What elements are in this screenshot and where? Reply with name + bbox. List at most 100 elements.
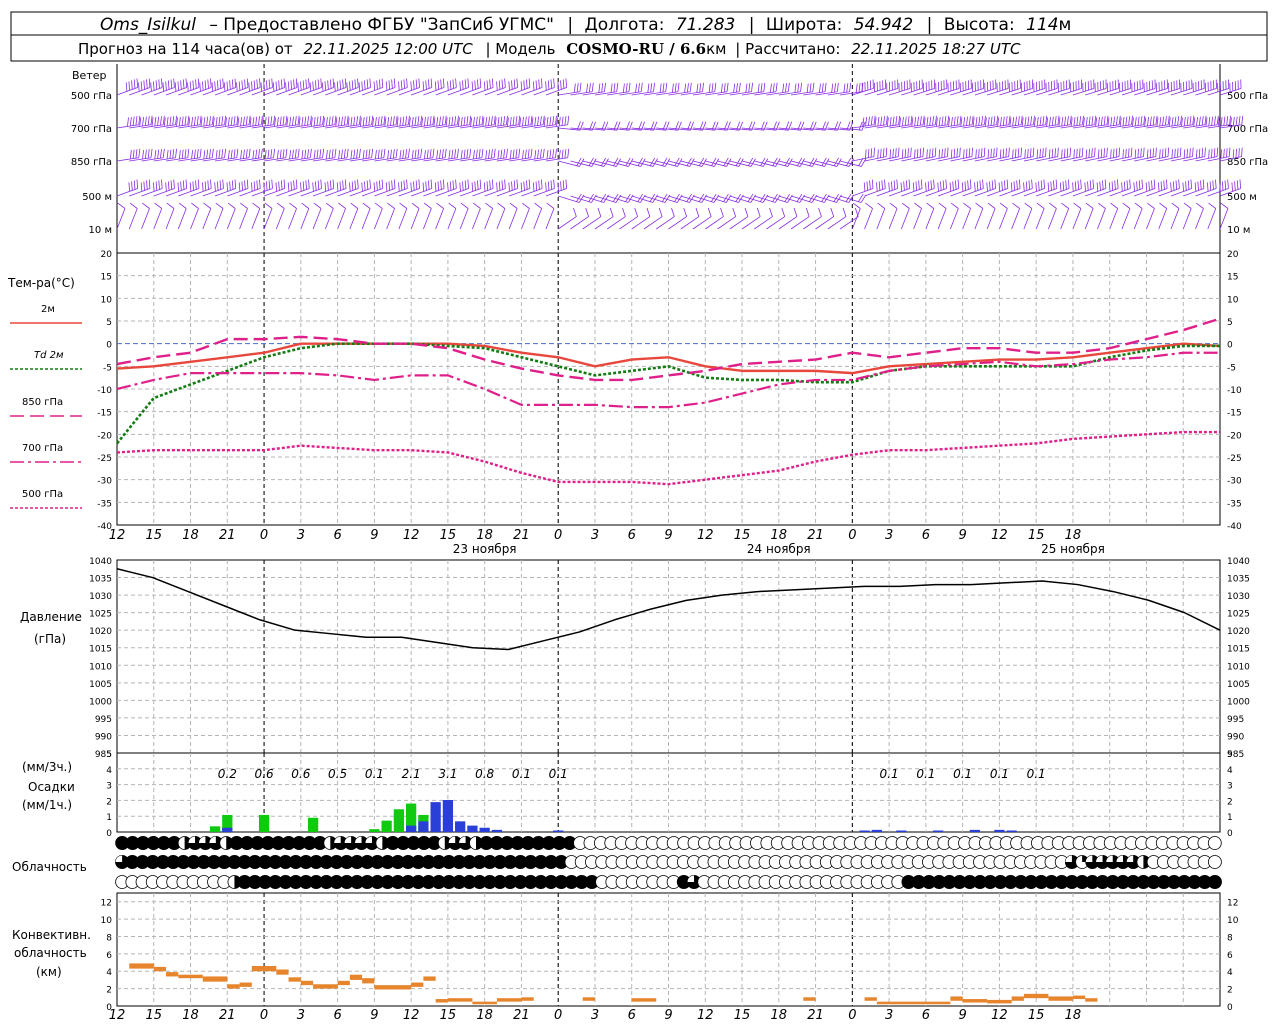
prec-tick-left: 3 [106, 782, 112, 792]
wind-barb-feather [1036, 182, 1037, 191]
wind-barb [791, 161, 812, 166]
wind-barb-feather [1111, 117, 1112, 126]
temp-tick-left: -25 [97, 454, 112, 464]
wind-barb-feather [734, 84, 735, 93]
wind-barb-feather [283, 149, 284, 158]
wind-barb-feather [536, 80, 537, 89]
wind-barb-feather [1075, 181, 1076, 190]
wind-barb-feather [190, 81, 191, 90]
wind-barb-feather [764, 83, 765, 92]
wind-barb [619, 196, 640, 203]
precip-total-label: 0.1 [1027, 767, 1046, 781]
wind-barb-feather [439, 117, 440, 126]
wind-barb-feather [1078, 180, 1079, 189]
wind-level-left: 500 гПа [71, 91, 112, 102]
wind-barb-feather [310, 82, 311, 91]
hour-label-bottom: 6 [628, 1008, 636, 1023]
wind-barb-feather [559, 150, 560, 159]
wind-barb [1146, 157, 1168, 161]
cloud-icon-tq-gap [334, 837, 341, 844]
wind-barb-feather [363, 150, 364, 159]
wind-barb-feather [396, 149, 397, 158]
temp-tick-left: 20 [101, 250, 113, 260]
wind-barb-feather [1000, 203, 1007, 208]
wind-barb-feather [219, 117, 220, 126]
wind-barb-feather [393, 149, 394, 158]
wind-barb [669, 92, 691, 95]
wind-barb-feather [1144, 148, 1145, 157]
convective-segment [1024, 994, 1049, 998]
wind-barb-feather [927, 149, 928, 158]
conv-tick-right: 6 [1227, 951, 1233, 961]
wind-barb-feather [217, 181, 218, 190]
pres-tick-right: 1000 [1227, 697, 1250, 707]
wind-barb-feather [831, 208, 834, 217]
prec-tick-right: 0 [1227, 829, 1233, 839]
wind-barb-feather [953, 181, 954, 190]
wind-barb-feather [1038, 181, 1039, 190]
wind-barb-feather [547, 150, 548, 159]
wind-barb-feather [482, 149, 483, 158]
pres-tick-left: 1040 [89, 557, 112, 567]
wind-barb-feather [879, 181, 880, 190]
convective-segment [521, 997, 533, 1000]
wind-barb-feather [1056, 179, 1057, 188]
wind-barb-feather [355, 180, 356, 189]
temp-tick-left: 5 [106, 318, 112, 328]
wind-barb-feather [1040, 149, 1041, 158]
wind-barb-feather [258, 116, 259, 125]
wind-barb-feather [1090, 180, 1091, 189]
wind-barb-feather [375, 117, 376, 126]
wind-barb-feather [945, 116, 946, 125]
prec-tick-right: 4 [1227, 766, 1233, 776]
wind-barb [767, 196, 788, 203]
wind-barb-feather [174, 78, 175, 87]
wind-barb-feather [234, 116, 235, 125]
hour-label: 15 [1028, 528, 1045, 543]
wind-barb-feather [1086, 149, 1087, 158]
wind-barb-feather [309, 179, 310, 188]
wind-barb-feather [475, 181, 476, 190]
wind-barb [779, 196, 800, 203]
wind-barb-feather [239, 182, 240, 191]
wind-barb-feather [1168, 148, 1169, 157]
prec-tick-right: 1 [1227, 813, 1233, 823]
hour-label-bottom: 9 [370, 1008, 378, 1023]
wind-barb-feather [509, 81, 510, 90]
wind-barb-feather [1006, 148, 1007, 157]
wind-barb-feather [685, 84, 686, 93]
wind-barb-feather [472, 182, 473, 191]
precip-bar-blue [859, 831, 869, 833]
wind-barb-feather [456, 179, 457, 188]
wind-barb-feather [136, 149, 137, 158]
wind-barb-feather [1227, 148, 1228, 157]
wind-barb-feather [292, 150, 293, 159]
wind-barb-feather [901, 182, 902, 191]
wind-barb-feather [216, 203, 223, 208]
wind-barb-feather [915, 117, 916, 126]
convective-segment [877, 1002, 951, 1005]
wind-barb-feather [1235, 181, 1236, 190]
wind-barb-feather [1207, 182, 1208, 191]
wind-barb [166, 158, 188, 161]
precip-bar-blue [970, 830, 980, 832]
pres-tick-left: 1015 [89, 645, 112, 655]
wind-barb-feather [865, 149, 866, 158]
wind-barb-feather [296, 179, 297, 188]
wind-barb-feather [489, 150, 490, 159]
wind-barb [117, 188, 138, 196]
wind-barb-feather [306, 180, 307, 189]
wind-barb-feather [178, 182, 179, 191]
wind-barb-feather [375, 203, 382, 208]
hour-label: 12 [109, 528, 126, 543]
convective-segment [950, 996, 962, 1000]
wind-barb-feather [428, 79, 429, 88]
alt-label: Высота: [944, 15, 1015, 35]
temp-tick-right: -25 [1227, 454, 1242, 464]
wind-barb [816, 196, 837, 203]
wind-barb [448, 158, 470, 161]
wind-barb-feather [487, 181, 488, 190]
wind-barb-feather [1201, 180, 1202, 189]
wind-barb-feather [844, 84, 845, 93]
wind-barb-feather [1098, 203, 1105, 208]
